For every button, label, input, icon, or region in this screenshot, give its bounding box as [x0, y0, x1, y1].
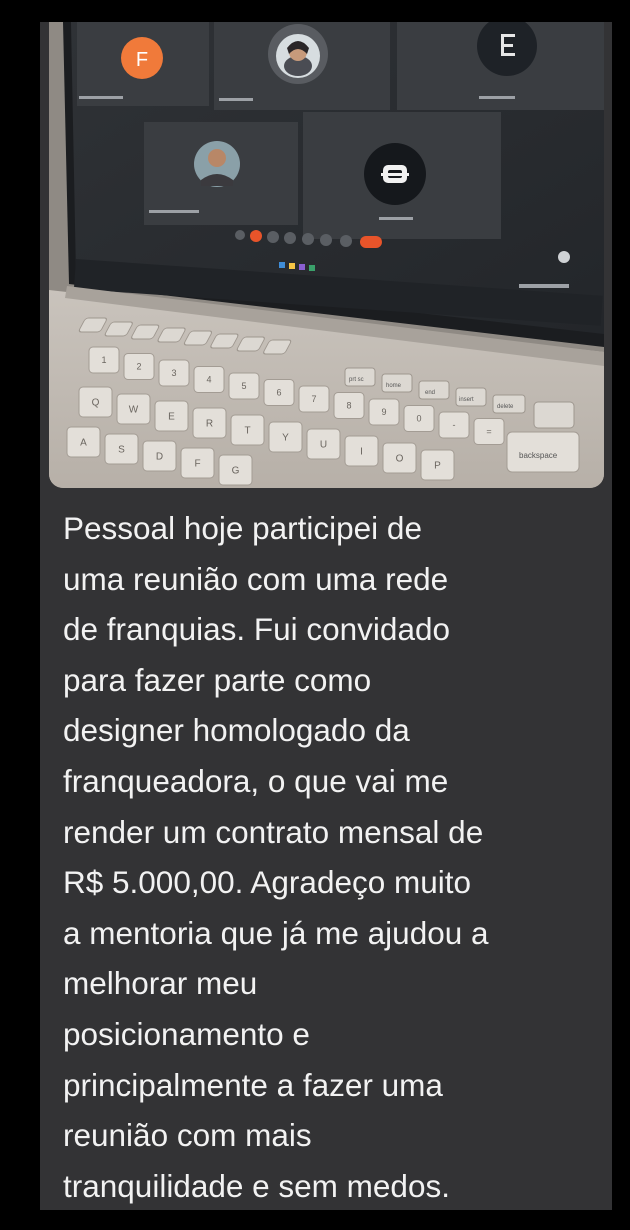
- asdf-row-key-label: S: [118, 444, 125, 455]
- message-photo[interactable]: F prt sc home end insert delete 1 2 3 4 …: [49, 22, 604, 488]
- asdf-row-key-label: F: [194, 458, 200, 469]
- key-prtsc-label: prt sc: [349, 377, 364, 383]
- windows-start-icon[interactable]: [279, 262, 285, 268]
- qwerty-row-key-label: U: [320, 439, 327, 450]
- asdf-row-key-label: D: [156, 451, 163, 462]
- qwerty-row-key-label: P: [434, 460, 441, 471]
- key-delete-label: delete: [497, 404, 514, 410]
- number-row-key-label: 2: [136, 362, 141, 372]
- asdf-row-key-label: A: [80, 437, 87, 448]
- app-icon[interactable]: [309, 265, 315, 271]
- qwerty-row-key-label: Y: [282, 432, 289, 443]
- app-icon[interactable]: [299, 264, 305, 270]
- folder-icon[interactable]: [289, 263, 295, 269]
- qwerty-row-key-label: Q: [92, 397, 100, 408]
- webcam-icon: [558, 251, 570, 263]
- number-row-key-label: 3: [171, 368, 176, 378]
- clock: [519, 284, 569, 288]
- qwerty-row-key-label: T: [244, 425, 250, 436]
- number-row-key-label: 5: [241, 381, 246, 391]
- qwerty-row-key-label: R: [206, 418, 213, 429]
- number-row-key-label: 7: [311, 394, 316, 404]
- key-power: [533, 401, 575, 429]
- asdf-row-key-label: G: [232, 465, 240, 476]
- captions-icon[interactable]: [267, 231, 279, 243]
- qwerty-row-key-label: O: [396, 453, 404, 464]
- qwerty-row-key-label: W: [129, 404, 139, 415]
- more-options-icon[interactable]: [320, 234, 332, 246]
- number-row-key-label: 8: [346, 401, 351, 411]
- qwerty-row-key-label: E: [168, 411, 175, 422]
- key-home-label: home: [386, 383, 402, 389]
- hand-icon[interactable]: [284, 232, 296, 244]
- key-end-label: end: [425, 390, 435, 396]
- key-backspace-label: backspace: [519, 451, 558, 460]
- number-row-key-label: 1: [101, 355, 106, 365]
- number-row-key-label: =: [486, 427, 491, 437]
- mic-icon[interactable]: [235, 230, 245, 240]
- present-icon[interactable]: [302, 233, 314, 245]
- end-call-icon[interactable]: [360, 236, 382, 248]
- info-icon[interactable]: [340, 235, 352, 247]
- number-row-key-label: 4: [206, 375, 211, 385]
- qwerty-row-key-label: I: [360, 446, 363, 457]
- avatar-letter: F: [136, 49, 148, 71]
- camera-off-icon[interactable]: [250, 230, 262, 242]
- number-row-key-label: 6: [276, 388, 281, 398]
- key-insert-label: insert: [459, 397, 474, 403]
- number-row-key-label: 0: [416, 414, 421, 424]
- number-row-key-label: 9: [381, 407, 386, 417]
- number-row-key-label: -: [453, 420, 456, 430]
- message-text: Pessoal hoje participei de uma reunião c…: [63, 510, 489, 1204]
